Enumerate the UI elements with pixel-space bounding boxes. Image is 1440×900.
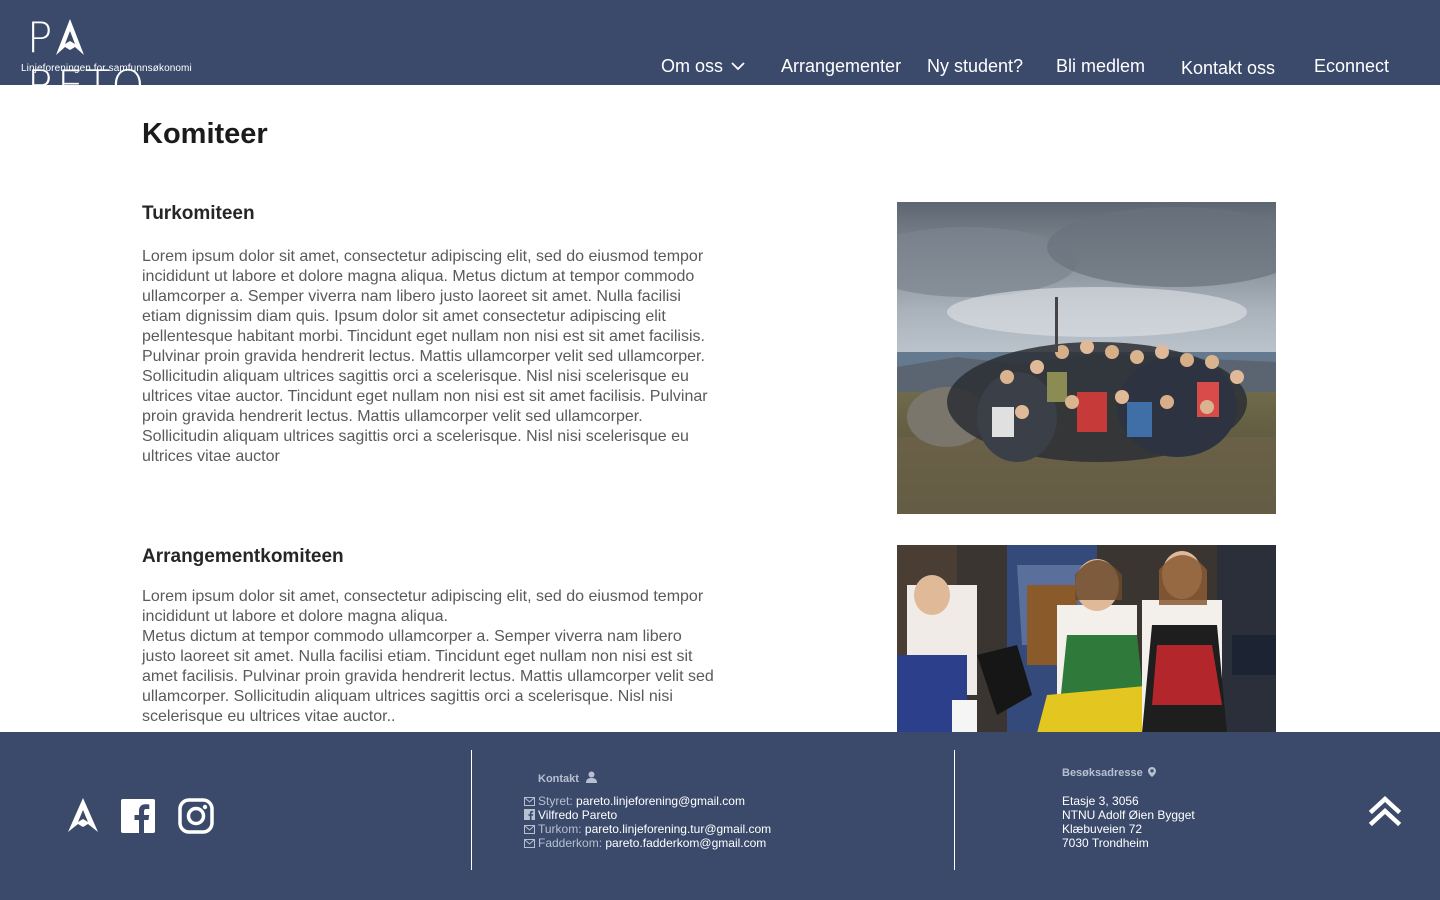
contact-line-turkom[interactable]: Turkom: pareto.linjeforening.tur@gmail.c… [524, 822, 771, 836]
address-heading: Besøksadresse [1062, 767, 1156, 779]
mail-icon [524, 825, 535, 834]
section-paragraph: Lorem ipsum dolor sit amet, consectetur … [142, 248, 708, 465]
nav-item-arrangementer[interactable]: Arrangementer [781, 55, 901, 79]
mail-icon [524, 839, 535, 848]
turkomiteen-group-photo [897, 202, 1276, 514]
chevron-down-icon [731, 62, 745, 71]
address-line: 7030 Trondheim [1062, 836, 1149, 850]
contact-label: Fadderkom: [538, 836, 603, 850]
pareto-logo[interactable]: P RETO Linjeforeningen for samfunnsøkono… [20, 14, 200, 110]
pareto-a-icon[interactable] [66, 797, 100, 838]
contact-email: pareto.fadderkom@gmail.com [605, 836, 767, 850]
contact-label: Turkom: [538, 822, 582, 836]
section-title-arrangementkomiteen: Arrangementkomiteen [142, 546, 344, 567]
scroll-to-top-button[interactable] [1368, 794, 1402, 828]
instagram-icon[interactable] [178, 798, 214, 839]
contact-line-fadderkom[interactable]: Fadderkom: pareto.fadderkom@gmail.com [524, 836, 766, 850]
address-line: Klæbuveien 72 [1062, 822, 1143, 836]
nav-item-bli-medlem[interactable]: Bli medlem [1056, 55, 1145, 79]
address-line: Etasje 3, 3056 [1062, 794, 1139, 808]
nav-item-econnect[interactable]: Econnect [1314, 55, 1389, 79]
party-group-image [897, 545, 1276, 733]
contact-line-facebook[interactable]: Vilfredo Pareto [524, 808, 617, 822]
contact-email: pareto.linjeforening@gmail.com [576, 794, 745, 808]
footer-divider-left [471, 750, 472, 870]
map-pin-icon [1147, 767, 1156, 777]
section-paragraph: Lorem ipsum dolor sit amet, consectetur … [142, 588, 704, 625]
contact-line-styret[interactable]: Styret: pareto.linjeforening@gmail.com [524, 794, 745, 808]
section-text-turkomiteen: Lorem ipsum dolor sit amet, consectetur … [142, 247, 717, 467]
facebook-icon [524, 809, 535, 820]
footer-divider-right [954, 750, 955, 870]
visit-address: Etasje 3, 3056 NTNU Adolf Øien Bygget Kl… [1062, 794, 1195, 850]
contact-label: Styret: [538, 794, 573, 808]
nav-item-om-oss[interactable]: Om oss [661, 55, 745, 79]
logo-wordmark: P RETO [27, 14, 200, 110]
arrangementkomiteen-group-photo [897, 545, 1276, 733]
nav-item-kontakt-oss[interactable]: Kontakt oss [1181, 57, 1275, 81]
user-icon [586, 771, 598, 783]
section-title-turkomiteen: Turkomiteen [142, 203, 255, 224]
facebook-icon[interactable] [121, 799, 155, 838]
nav-item-ny-student[interactable]: Ny student? [927, 55, 1023, 79]
section-text-arrangementkomiteen: Lorem ipsum dolor sit amet, consectetur … [142, 587, 717, 727]
contact-facebook-name: Vilfredo Pareto [538, 808, 618, 822]
logo-tagline: Linjeforeningen for samfunnsøkonomi [21, 63, 192, 74]
section-paragraph: Metus dictum at tempor commodo ullamcorp… [142, 628, 714, 725]
double-chevron-up-icon [1368, 795, 1402, 827]
address-heading-label: Besøksadresse [1062, 767, 1143, 779]
pareto-a-mark-icon [56, 19, 85, 55]
address-line: NTNU Adolf Øien Bygget [1062, 808, 1195, 822]
contact-heading: Kontakt [538, 771, 598, 785]
mail-icon [524, 797, 535, 806]
site-footer [0, 732, 1440, 900]
logo-wordmark-start: P [27, 13, 54, 62]
page-title: Komiteer [142, 118, 268, 150]
contact-heading-label: Kontakt [538, 773, 579, 785]
site-header: P RETO Linjeforeningen for samfunnsøkono… [0, 0, 1440, 110]
nav-item-label: Om oss [661, 56, 724, 76]
contact-email: pareto.linjeforening.tur@gmail.com [584, 822, 772, 836]
mountain-group-image [897, 202, 1276, 514]
